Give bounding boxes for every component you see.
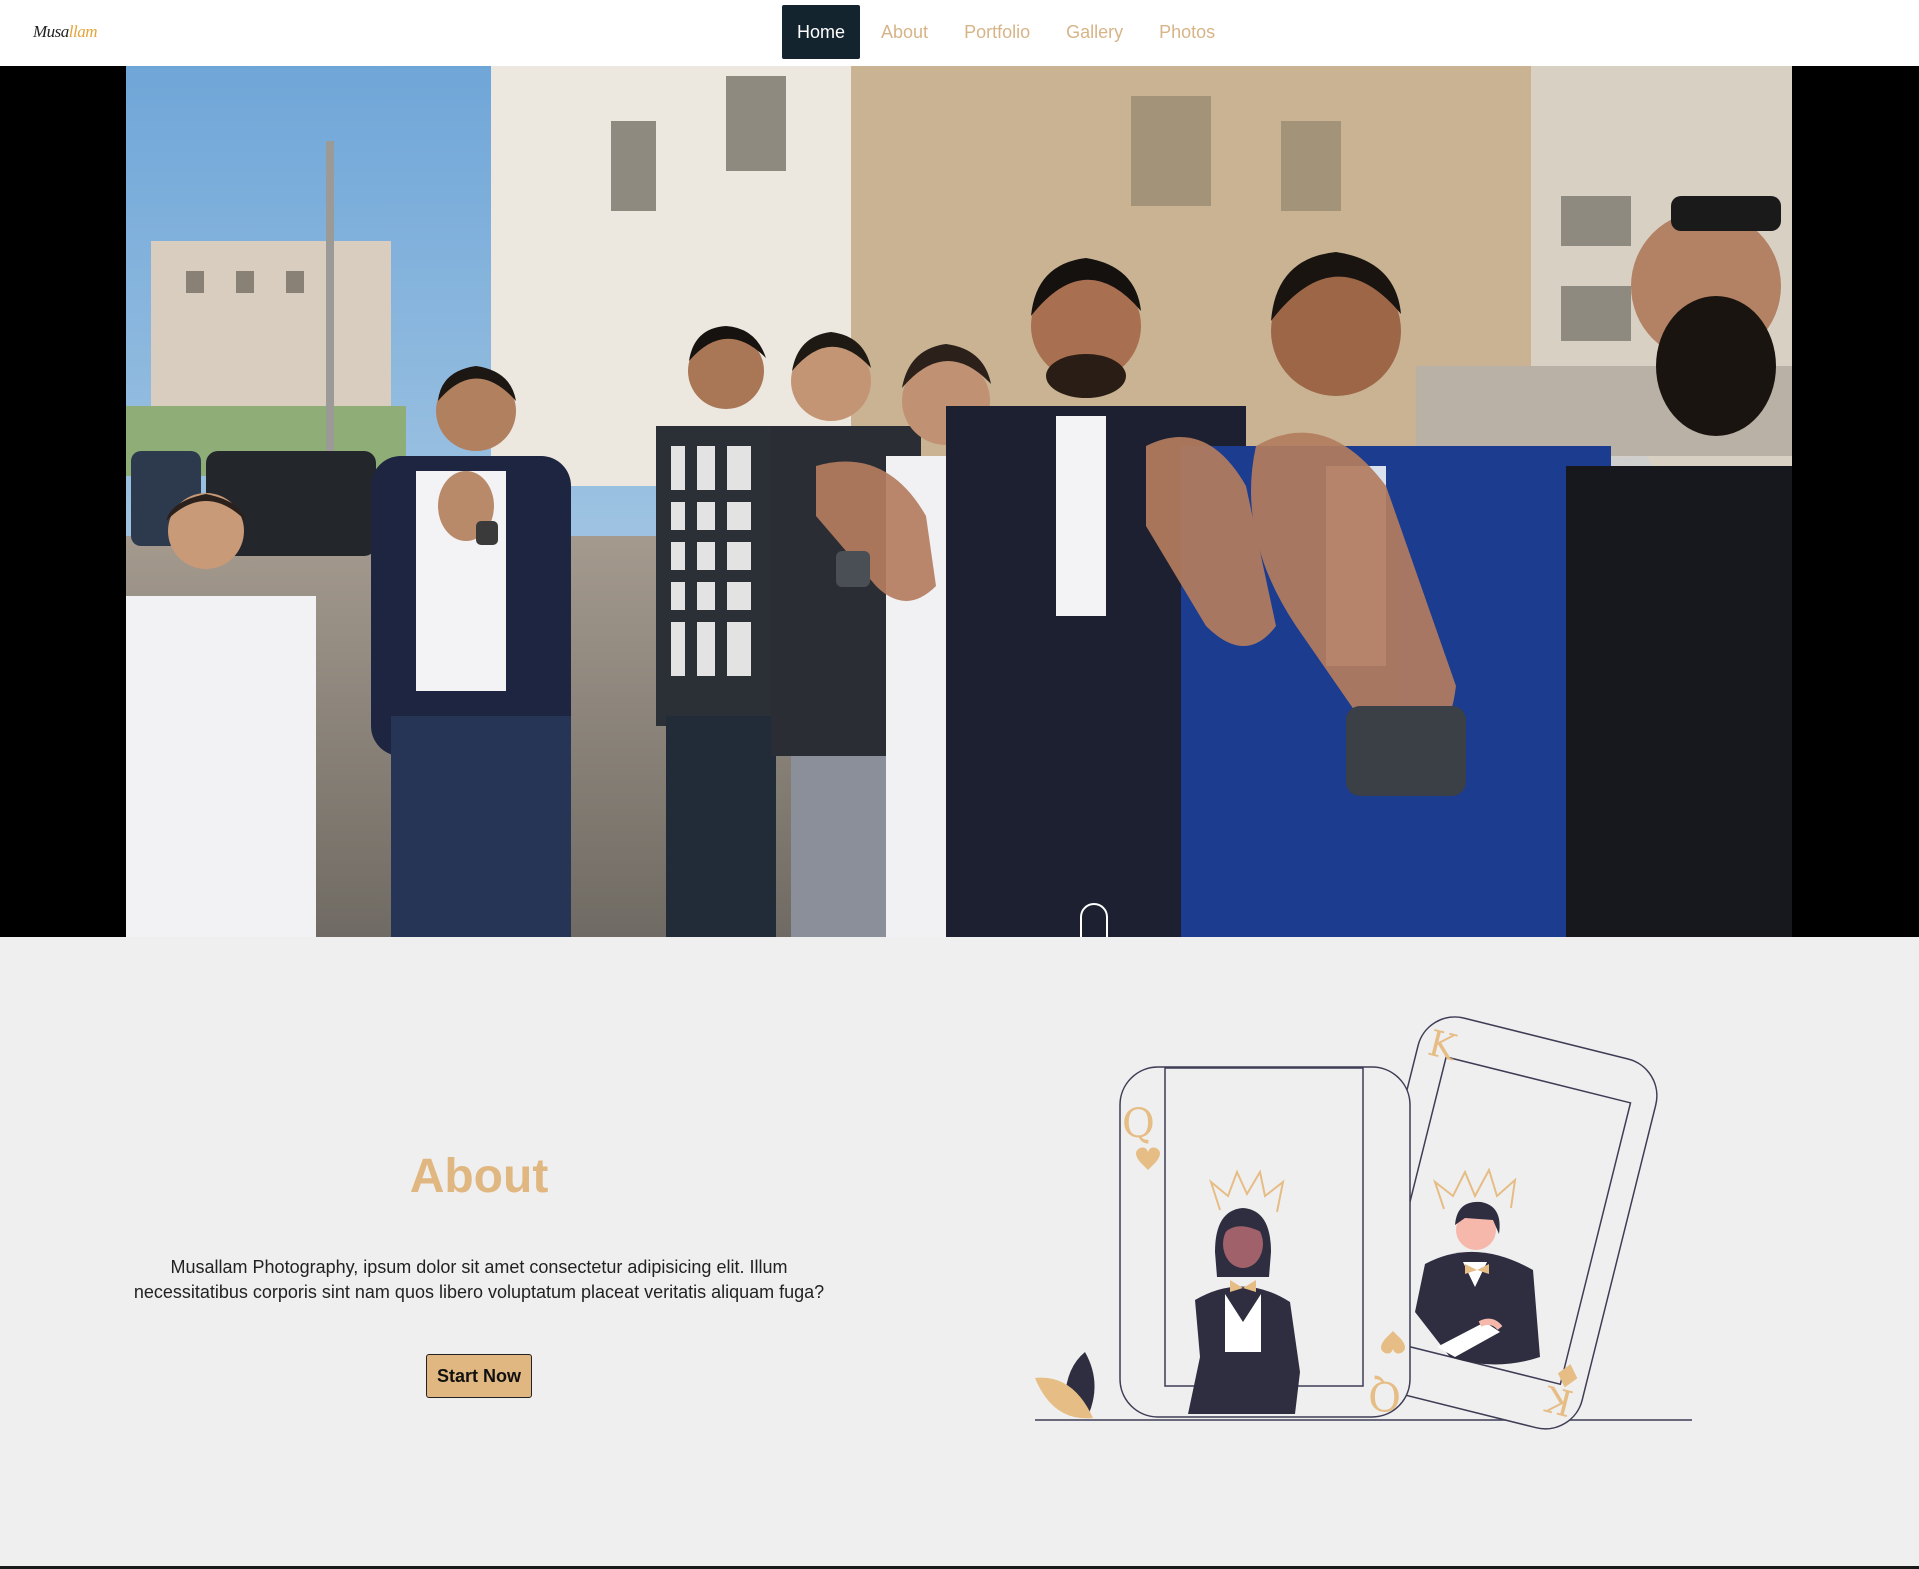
nav-about[interactable]: About <box>866 5 943 59</box>
queen-rank-label-bottom: Q <box>1368 1372 1401 1418</box>
nav-portfolio[interactable]: Portfolio <box>949 5 1045 59</box>
playing-cards-illustration: K K Q Q <box>1035 1016 1692 1430</box>
hero-scene-illustration <box>126 66 1792 937</box>
mouse-scroll-icon[interactable] <box>1080 903 1108 937</box>
nav-gallery[interactable]: Gallery <box>1051 5 1138 59</box>
start-now-button[interactable]: Start Now <box>426 1354 532 1398</box>
brand-logo[interactable]: Musallam <box>33 22 98 42</box>
nav-photos[interactable]: Photos <box>1144 5 1230 59</box>
leaf-decoration <box>1035 1352 1095 1419</box>
hero-video <box>0 66 1919 937</box>
nav-home[interactable]: Home <box>782 5 861 59</box>
queen-rank-label: Q <box>1122 1101 1155 1147</box>
main-nav: Home About Portfolio Gallery Photos <box>782 5 1236 59</box>
about-description: Musallam Photography, ipsum dolor sit am… <box>133 1257 825 1302</box>
hero-photo <box>126 66 1792 937</box>
logo-text-main: Musa <box>33 22 69 41</box>
about-section: About Musallam Photography, ipsum dolor … <box>0 937 1919 1566</box>
logo-text-accent: llam <box>68 22 98 41</box>
about-title: About <box>409 1150 549 1203</box>
navbar: Musallam Home About Portfolio Gallery Ph… <box>0 0 1919 66</box>
